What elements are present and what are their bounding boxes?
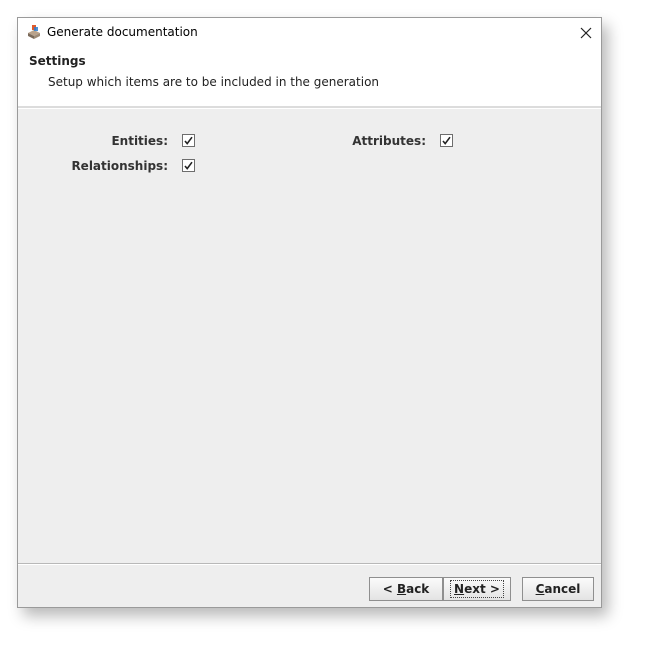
entities-checkbox[interactable] xyxy=(182,134,195,147)
page-description: Setup which items are to be included in … xyxy=(48,75,380,89)
next-button-mnemonic: N xyxy=(454,582,465,596)
checkmark-icon xyxy=(442,136,451,145)
cancel-button-label: ancel xyxy=(544,582,581,596)
header-divider xyxy=(18,106,601,109)
cancel-button[interactable]: Cancel xyxy=(522,577,594,601)
back-button-mnemonic: B xyxy=(396,582,407,596)
wizard-header: Settings Setup which items are to be inc… xyxy=(18,48,601,106)
generate-documentation-dialog: Generate documentation Settings Setup wh… xyxy=(17,17,602,608)
footer-divider xyxy=(18,563,601,565)
title-bar: Generate documentation xyxy=(18,18,601,48)
back-button-prefix: < xyxy=(382,582,397,596)
entities-label: Entities: xyxy=(111,134,168,148)
back-button-label: ack xyxy=(406,582,430,596)
relationships-checkbox[interactable] xyxy=(182,159,195,172)
close-button[interactable] xyxy=(571,18,601,48)
close-icon xyxy=(580,27,592,39)
attributes-label: Attributes: xyxy=(352,134,426,148)
attributes-checkbox[interactable] xyxy=(440,134,453,147)
checkmark-icon xyxy=(184,136,193,145)
checkmark-icon xyxy=(184,161,193,170)
next-button[interactable]: Next > xyxy=(443,577,511,601)
relationships-label: Relationships: xyxy=(71,159,168,173)
page-title: Settings xyxy=(29,54,86,68)
back-button[interactable]: < Back xyxy=(369,577,443,601)
window-title: Generate documentation xyxy=(47,25,198,39)
next-button-label: ext > xyxy=(464,582,500,596)
app-logo-icon xyxy=(26,24,42,40)
